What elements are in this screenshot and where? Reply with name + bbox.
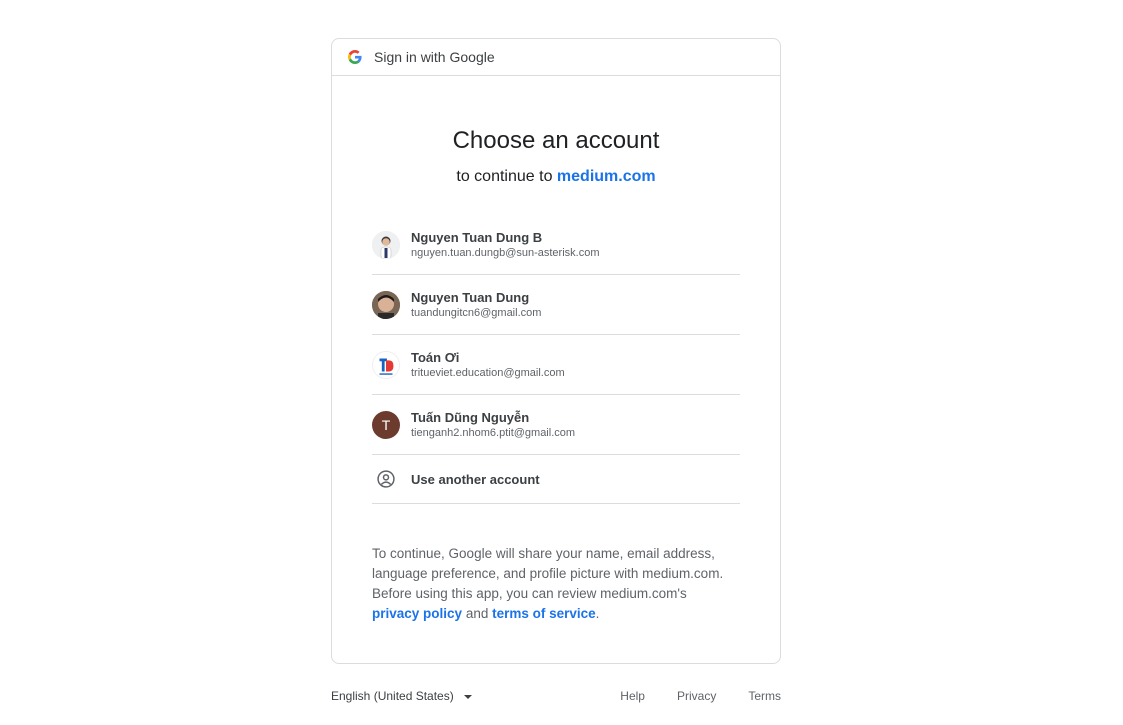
account-list: Nguyen Tuan Dung B nguyen.tuan.dungb@sun… xyxy=(372,215,740,504)
account-email: tritueviet.education@gmail.com xyxy=(411,366,565,379)
terms-of-service-link[interactable]: terms of service xyxy=(492,606,596,621)
account-email: tienganh2.nhom6.ptit@gmail.com xyxy=(411,426,576,439)
subtitle: to continue to medium.com xyxy=(332,168,780,186)
app-link[interactable]: medium.com xyxy=(557,168,656,185)
footer: English (United States) Help Privacy Ter… xyxy=(331,686,781,706)
avatar: T xyxy=(372,410,400,439)
person-photo-icon xyxy=(372,290,400,319)
account-item[interactable]: Nguyen Tuan Dung B nguyen.tuan.dungb@sun… xyxy=(372,215,740,275)
person-photo-icon xyxy=(372,230,400,259)
account-email: nguyen.tuan.dungb@sun-asterisk.com xyxy=(411,246,600,259)
sign-in-card: Sign in with Google Choose an account to… xyxy=(331,38,781,664)
card-header: Sign in with Google xyxy=(332,39,780,76)
language-label: English (United States) xyxy=(331,689,454,703)
avatar xyxy=(372,290,400,319)
brand-logo-icon xyxy=(373,351,399,378)
header-title: Sign in with Google xyxy=(374,49,495,65)
dropdown-caret-icon xyxy=(463,694,472,699)
account-email: tuandungitcn6@gmail.com xyxy=(411,306,542,319)
account-item[interactable]: Toán Ơi tritueviet.education@gmail.com xyxy=(372,335,740,395)
consent-and: and xyxy=(465,606,489,621)
use-another-account-label: Use another account xyxy=(411,471,540,487)
account-name: Nguyen Tuan Dung xyxy=(411,289,530,305)
privacy-policy-link[interactable]: privacy policy xyxy=(372,606,462,621)
consent-text: To continue, Google will share your name… xyxy=(372,544,742,624)
account-name: Tuấn Dũng Nguyễn xyxy=(411,409,530,425)
account-item[interactable]: Nguyen Tuan Dung tuandungitcn6@gmail.com xyxy=(372,275,740,335)
language-selector[interactable]: English (United States) xyxy=(331,689,472,703)
account-name: Nguyen Tuan Dung B xyxy=(411,229,543,245)
page-title: Choose an account xyxy=(452,127,660,154)
consent-body: To continue, Google will share your name… xyxy=(372,546,724,601)
account-item[interactable]: T Tuấn Dũng Nguyễn tienganh2.nhom6.ptit@… xyxy=(372,395,740,455)
account-circle-icon xyxy=(372,465,400,493)
help-link[interactable]: Help xyxy=(620,689,645,703)
terms-link[interactable]: Terms xyxy=(748,689,781,703)
account-name: Toán Ơi xyxy=(411,349,460,365)
avatar xyxy=(372,230,400,259)
avatar xyxy=(372,350,400,379)
subtitle-prefix: to continue to xyxy=(456,168,553,185)
use-another-account-button[interactable]: Use another account xyxy=(372,455,740,504)
google-g-icon xyxy=(348,50,362,64)
privacy-link[interactable]: Privacy xyxy=(677,689,716,703)
consent-period: . xyxy=(595,606,600,621)
